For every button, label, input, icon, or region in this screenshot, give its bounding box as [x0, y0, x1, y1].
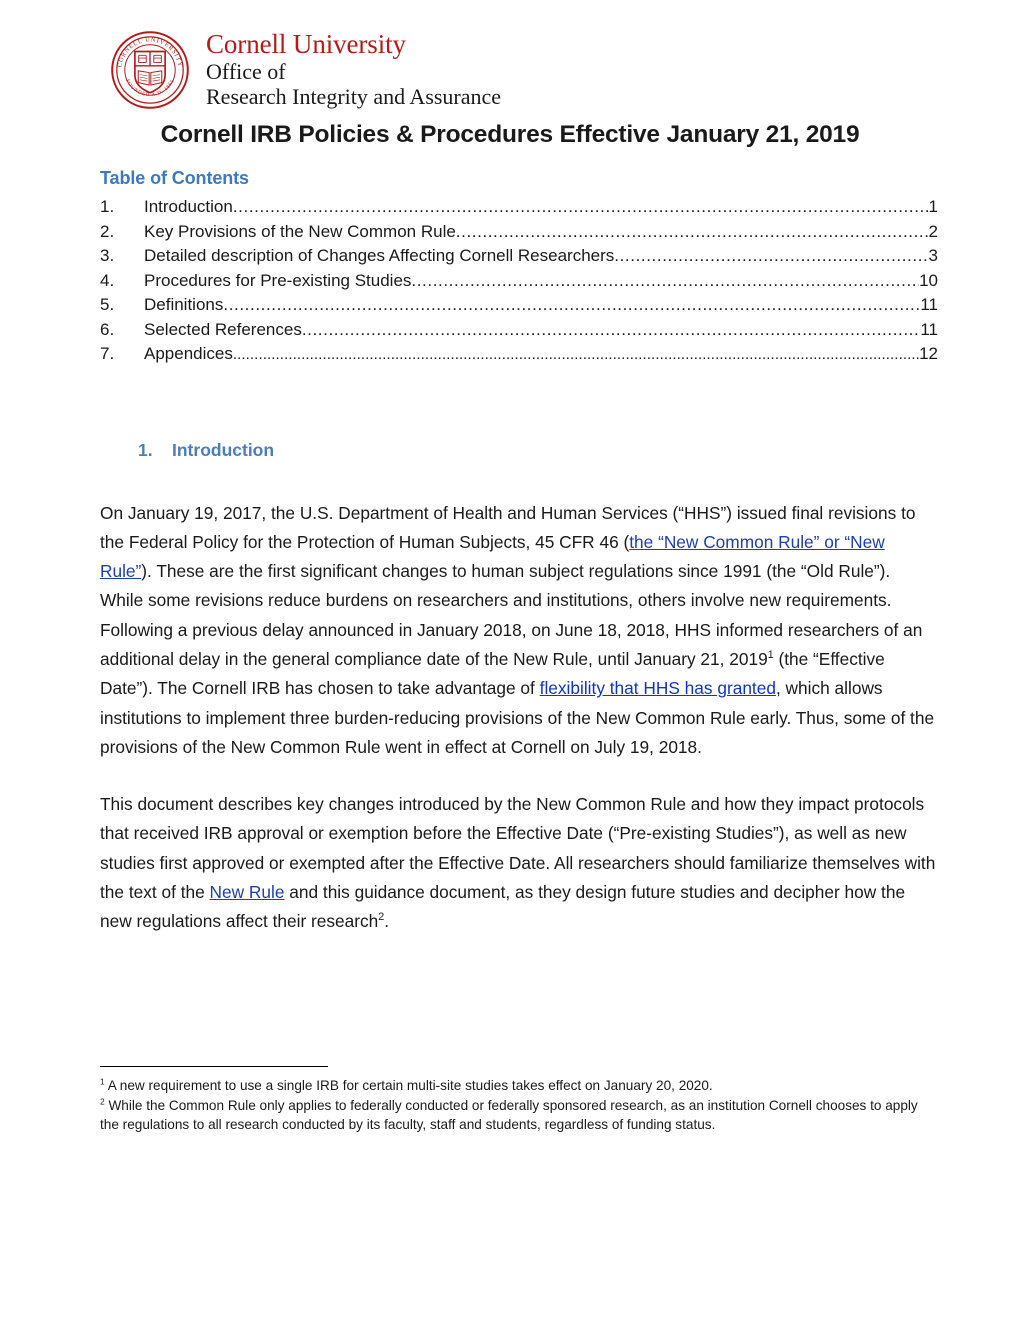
footnote-separator: [100, 1066, 328, 1068]
toc-number: 6.: [100, 319, 115, 339]
toc-number: 4.: [100, 270, 115, 290]
wordmark-unit-line: Research Integrity and Assurance: [206, 83, 502, 109]
toc-label: Key Provisions of the New Common Rule: [144, 221, 456, 241]
toc-page-number: 11: [920, 319, 938, 339]
footnote-2-text: While the Common Rule only applies to fe…: [100, 1097, 918, 1133]
footnote-area: 1 A new requirement to use a single IRB …: [100, 1066, 938, 1135]
wordmark: Cornell University Office of Research In…: [206, 26, 501, 109]
toc-label: Detailed description of Changes Affectin…: [144, 246, 615, 265]
toc-page-number: 3: [928, 246, 938, 265]
footnote-1: 1 A new requirement to use a single IRB …: [100, 1076, 938, 1096]
toc-page-number: 2: [928, 221, 938, 241]
toc-entry-key-provisions[interactable]: 2. Key Provisions of the New Common Rule…: [100, 220, 938, 245]
toc-page-number: 10: [919, 270, 938, 290]
toc-leader: ........................................…: [614, 246, 929, 265]
toc-heading: Table of Contents: [100, 168, 249, 188]
toc-label: Appendices: [144, 344, 233, 363]
wordmark-office-line: Office of: [206, 59, 286, 85]
toc-leader: ........................................…: [232, 346, 920, 363]
table-of-contents: 1. Introduction ........................…: [100, 195, 938, 368]
toc-label: Definitions: [144, 295, 224, 314]
toc-leader: ........................................…: [232, 197, 929, 216]
section-title: Introduction: [172, 439, 275, 460]
toc-number: 2.: [100, 221, 115, 241]
footnote-2: 2 While the Common Rule only applies to …: [100, 1096, 938, 1135]
toc-page-number: 12: [919, 344, 938, 363]
toc-label: Procedures for Pre-existing Studies: [144, 270, 412, 290]
section-number: 1.: [138, 439, 153, 460]
toc-label: Selected References: [144, 319, 302, 339]
page-title: Cornell IRB Policies & Procedures Effect…: [160, 121, 860, 148]
document-body: Table of Contents 1. Introduction ......…: [100, 168, 938, 937]
toc-entry-definitions[interactable]: 5. Definitions .........................…: [100, 293, 938, 318]
cornell-seal-icon: CORNELL UNIVERSITY FOUNDED A.D. 1865: [108, 28, 192, 112]
document-page: CORNELL UNIVERSITY FOUNDED A.D. 1865 Cor…: [0, 0, 1020, 1320]
toc-page-number: 11: [920, 295, 938, 314]
letterhead: CORNELL UNIVERSITY FOUNDED A.D. 1865 Cor…: [108, 26, 501, 112]
toc-leader: ........................................…: [223, 295, 921, 314]
intro-paragraph-2: This document describes key changes intr…: [100, 790, 938, 936]
toc-entry-procedures[interactable]: 4. Procedures for Pre-existing Studies .…: [100, 269, 938, 294]
toc-label: Introduction: [144, 197, 233, 216]
section-heading-introduction: 1. Introduction: [100, 440, 938, 461]
toc-entry-detailed-description[interactable]: 3. Detailed description of Changes Affec…: [100, 244, 938, 269]
toc-number: 7.: [100, 344, 115, 363]
toc-page-number: 1: [928, 197, 938, 216]
toc-leader: ........................................…: [455, 221, 929, 241]
hhs-flexibility-link[interactable]: flexibility that HHS has granted: [540, 678, 776, 698]
footnote-1-text: A new requirement to use a single IRB fo…: [104, 1078, 713, 1094]
toc-number: 3.: [100, 246, 115, 265]
new-rule-link[interactable]: New Rule: [210, 882, 285, 902]
toc-leader: ........................................…: [301, 319, 921, 339]
intro-paragraph-1: On January 19, 2017, the U.S. Department…: [100, 499, 938, 763]
toc-entry-appendices[interactable]: 7. Appendices ..........................…: [100, 342, 938, 368]
toc-number: 1.: [100, 197, 115, 216]
toc-entry-introduction[interactable]: 1. Introduction ........................…: [100, 195, 938, 220]
para2-text-3: .: [384, 911, 390, 932]
svg-text:FOUNDED A.D. 1865: FOUNDED A.D. 1865: [124, 78, 176, 98]
toc-leader: ........................................…: [411, 270, 919, 290]
toc-number: 5.: [100, 295, 115, 314]
toc-entry-selected-references[interactable]: 6. Selected References .................…: [100, 318, 938, 343]
wordmark-university: Cornell University: [206, 29, 406, 59]
